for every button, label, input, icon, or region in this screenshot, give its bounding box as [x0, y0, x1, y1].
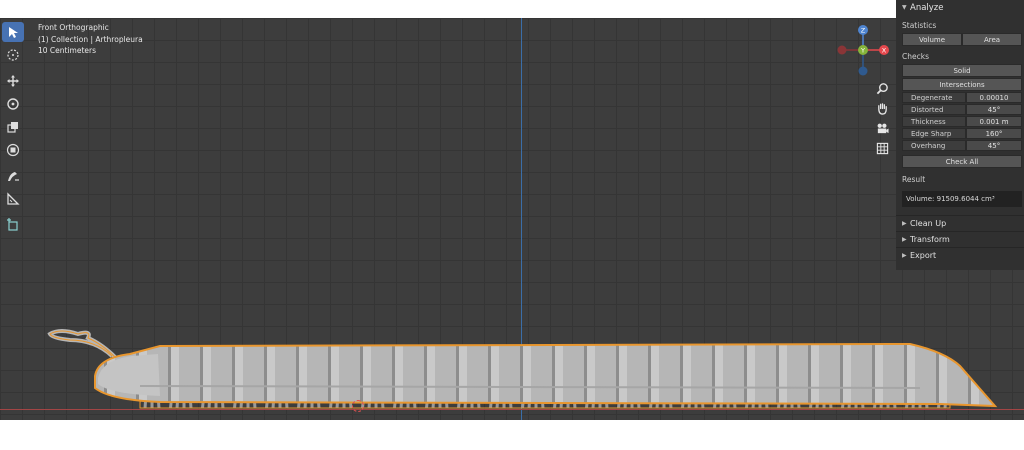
check-edge-sharp: Edge Sharp 160°: [902, 128, 1022, 139]
gizmo-x-label: X: [882, 47, 887, 55]
hand-pan-icon[interactable]: [874, 100, 890, 116]
chevron-right-icon: ▶: [902, 236, 907, 243]
check-thickness: Thickness 0.001 m: [902, 116, 1022, 127]
section-label: Export: [910, 251, 937, 260]
grid-scale: 10 Centimeters: [38, 46, 97, 55]
chevron-right-icon: ▶: [902, 220, 907, 227]
section-clean-up[interactable]: ▶ Clean Up: [896, 215, 1024, 231]
result-label: Result: [902, 175, 926, 184]
grid-icon[interactable]: [874, 140, 890, 156]
body-segments: [94, 342, 998, 408]
cursor-circle-icon[interactable]: [2, 45, 24, 65]
collection-name: (1) Collection | Arthropleura: [38, 34, 143, 44]
camera-icon[interactable]: [874, 120, 890, 136]
zoom-icon[interactable]: [874, 80, 890, 96]
check-value[interactable]: 45°: [966, 104, 1022, 115]
section-label: Clean Up: [910, 219, 947, 228]
intersections-button[interactable]: Intersections: [902, 78, 1022, 91]
tool-shelf: [2, 22, 26, 238]
stats-buttons: Volume Area: [902, 33, 1022, 46]
check-label[interactable]: Overhang: [902, 140, 966, 151]
check-overhang: Overhang 45°: [902, 140, 1022, 151]
check-value[interactable]: 0.001 m: [966, 116, 1022, 127]
area-button[interactable]: Area: [962, 33, 1022, 46]
3d-cursor-icon[interactable]: [352, 400, 364, 412]
check-degenerate: Degenerate 0.00010: [902, 92, 1022, 103]
check-all-button[interactable]: Check All: [902, 155, 1022, 168]
antennae: [47, 329, 118, 360]
gizmo-neg-x-handle: [837, 45, 847, 55]
3d-viewport[interactable]: Front Orthographic (1) Collection | Arth…: [0, 18, 1024, 420]
chevron-right-icon: ▶: [902, 252, 907, 259]
viewport-info: Front Orthographic (1) Collection | Arth…: [38, 22, 143, 57]
section-export[interactable]: ▶ Export: [896, 247, 1024, 263]
chevron-down-icon: ▼: [902, 4, 907, 11]
analyze-header[interactable]: ▼ Analyze: [896, 0, 1024, 15]
check-label[interactable]: Distorted: [902, 104, 966, 115]
select-cursor-icon[interactable]: [2, 22, 24, 42]
gizmo-z-label: Z: [861, 27, 866, 35]
volume-button[interactable]: Volume: [902, 33, 962, 46]
result-value: Volume: 91509.6044 cm³: [902, 191, 1022, 207]
scale-icon[interactable]: [2, 117, 24, 137]
rotate-icon[interactable]: [2, 94, 24, 114]
analyze-panel: ▼ Analyze Statistics Volume Area Checks …: [896, 0, 1024, 270]
analyze-title: Analyze: [910, 2, 944, 13]
check-value[interactable]: 0.00010: [966, 92, 1022, 103]
gizmo-y-label: Y: [860, 47, 865, 55]
section-label: Transform: [910, 235, 950, 244]
section-transform[interactable]: ▶ Transform: [896, 231, 1024, 247]
checks-label: Checks: [902, 52, 929, 61]
view-name: Front Orthographic: [38, 23, 109, 32]
gizmo-neg-z-handle: [858, 66, 868, 76]
check-distorted: Distorted 45°: [902, 104, 1022, 115]
add-cube-icon[interactable]: [2, 215, 24, 235]
transform-icon[interactable]: [2, 140, 24, 160]
annotate-icon[interactable]: [2, 166, 24, 186]
check-label[interactable]: Thickness: [902, 116, 966, 127]
check-value[interactable]: 160°: [966, 128, 1022, 139]
move-arrows-icon[interactable]: [2, 71, 24, 91]
check-label[interactable]: Degenerate: [902, 92, 966, 103]
check-label[interactable]: Edge Sharp: [902, 128, 966, 139]
statistics-label: Statistics: [902, 21, 937, 30]
navigation-gizmo[interactable]: Z Y X: [834, 22, 890, 78]
solid-button[interactable]: Solid: [902, 64, 1022, 77]
check-value[interactable]: 45°: [966, 140, 1022, 151]
measure-icon[interactable]: [2, 189, 24, 209]
arthropleura-model[interactable]: [40, 304, 1010, 414]
